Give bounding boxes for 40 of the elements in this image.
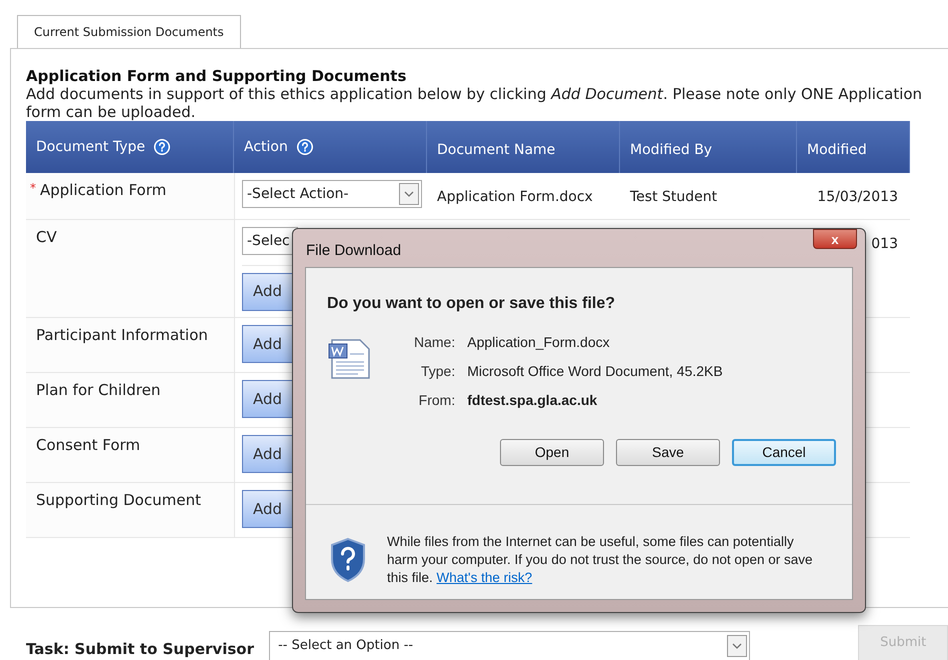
section-description: Add documents in support of this ethics application below by clicking Add Document. Please note only ONE Application form can be uploaded.	[26, 85, 924, 121]
modified-date: 15/03/2013	[817, 188, 898, 207]
close-button[interactable]: x	[813, 229, 857, 249]
help-icon[interactable]	[153, 138, 172, 156]
dialog-question: Do you want to open or save this file?	[327, 294, 616, 314]
column-header: Modified By	[620, 121, 797, 173]
help-icon[interactable]	[296, 138, 314, 156]
document-type: Consent Form	[35, 435, 140, 456]
dialog-title: File Download	[305, 241, 402, 261]
security-warning: While files from the Internet can be useful, some files can potentially harm your computer. If you do not trust the source, do not open or save this file. What's the risk?	[387, 533, 814, 587]
modified-by: Test Student	[630, 189, 718, 205]
document-type: Plan for Children	[35, 380, 160, 401]
column-header: Modified	[797, 121, 910, 173]
word-document-icon	[328, 338, 372, 380]
task-label: Task: Submit to Supervisor	[25, 638, 255, 660]
column-header: Document Name	[427, 121, 620, 173]
section-title: Application Form and Supporting Documents	[26, 67, 408, 85]
field-value: Microsoft Office Word Document, 45.2KB	[467, 362, 723, 381]
modified-date: 013	[871, 235, 898, 254]
dialog-button[interactable]: Save	[616, 439, 720, 466]
dialog-button[interactable]: Open	[500, 439, 604, 466]
field-value: fdtest.spa.gla.ac.uk	[467, 391, 598, 410]
tab[interactable]: Current Submission Documents	[17, 15, 241, 49]
column-header: Action	[234, 121, 427, 173]
document-type: Application Form	[40, 180, 166, 201]
risk-link[interactable]: What's the risk?	[436, 570, 532, 585]
action-select[interactable]: -Selec	[242, 227, 298, 255]
option-select[interactable]: -- Select an Option --	[269, 631, 750, 660]
shield-question-icon	[329, 537, 367, 583]
document-name: Application Form.docx	[437, 189, 593, 205]
field-label: From:	[418, 391, 456, 410]
document-type: CV	[35, 227, 57, 248]
document-type: Participant Information	[35, 325, 208, 346]
action-select[interactable]: -Select Action-	[242, 180, 422, 208]
field-value: Application_Form.docx	[467, 333, 611, 352]
field-label: Type:	[420, 362, 456, 381]
dialog-button[interactable]: Cancel	[732, 439, 836, 466]
document-type: Supporting Document	[35, 490, 201, 511]
required-marker: *	[30, 180, 36, 197]
field-label: Name:	[414, 333, 456, 352]
